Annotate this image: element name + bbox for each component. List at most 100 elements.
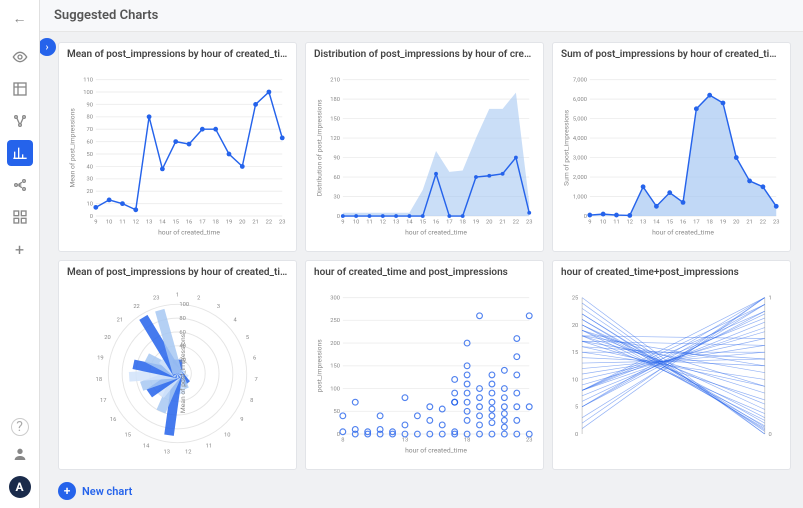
svg-text:9: 9 (94, 220, 97, 226)
svg-text:5: 5 (575, 405, 578, 411)
svg-text:40: 40 (86, 164, 92, 170)
svg-text:17: 17 (446, 220, 452, 226)
svg-text:10: 10 (353, 220, 359, 226)
svg-text:10: 10 (86, 202, 92, 208)
bar-chart-icon[interactable] (7, 140, 33, 166)
svg-text:22: 22 (760, 220, 767, 226)
svg-text:18: 18 (96, 377, 102, 383)
svg-text:30: 30 (333, 194, 339, 200)
chart-card[interactable]: hour of created_time+post_impressions 05… (552, 260, 791, 470)
svg-text:0: 0 (584, 214, 587, 220)
chart-card[interactable]: Sum of post_impressions by hour of creat… (552, 42, 791, 252)
svg-text:18: 18 (464, 438, 470, 444)
svg-text:2: 2 (197, 296, 201, 302)
svg-text:23: 23 (526, 438, 532, 444)
footer: + New chart (40, 474, 803, 508)
svg-text:0: 0 (90, 214, 93, 220)
svg-text:23: 23 (153, 296, 159, 302)
user-icon[interactable] (12, 446, 28, 466)
svg-text:15: 15 (125, 433, 131, 439)
svg-text:18: 18 (706, 220, 712, 226)
svg-text:20: 20 (104, 335, 110, 341)
chart-card[interactable]: hour of created_time and post_impression… (305, 260, 544, 470)
view-icon[interactable] (7, 44, 33, 70)
svg-text:3,000: 3,000 (573, 155, 587, 161)
chart-card[interactable]: Mean of post_impressions by hour of crea… (58, 260, 297, 470)
svg-text:12: 12 (380, 220, 387, 226)
svg-text:hour of created_time: hour of created_time (405, 228, 467, 236)
sidebar: ← + ? A (0, 0, 40, 508)
svg-text:2,000: 2,000 (573, 175, 587, 181)
add-button[interactable]: + (7, 236, 33, 262)
svg-text:11: 11 (119, 220, 125, 226)
svg-text:Mean of post_impressions: Mean of post_impressions (69, 108, 77, 188)
svg-text:0: 0 (337, 432, 340, 438)
svg-text:21: 21 (499, 220, 505, 226)
svg-text:120: 120 (330, 136, 340, 142)
svg-text:100: 100 (330, 386, 340, 392)
svg-text:21: 21 (117, 318, 123, 324)
svg-text:0: 0 (769, 432, 772, 438)
svg-text:5,000: 5,000 (573, 116, 587, 122)
cluster-icon[interactable] (7, 172, 33, 198)
svg-text:4: 4 (233, 318, 237, 324)
svg-text:22: 22 (266, 220, 273, 226)
svg-text:0: 0 (337, 214, 340, 220)
svg-text:13: 13 (640, 220, 646, 226)
svg-text:7: 7 (254, 377, 257, 383)
svg-text:3: 3 (217, 304, 220, 310)
svg-text:22: 22 (133, 304, 140, 310)
svg-text:17: 17 (199, 220, 205, 226)
svg-text:20: 20 (239, 220, 245, 226)
chart-card[interactable]: Mean of post_impressions by hour of crea… (58, 42, 297, 252)
svg-text:7,000: 7,000 (573, 78, 587, 84)
svg-text:18: 18 (459, 220, 465, 226)
svg-text:300: 300 (330, 296, 340, 302)
svg-text:20: 20 (486, 220, 492, 226)
svg-text:8: 8 (250, 398, 253, 404)
svg-text:21: 21 (746, 220, 752, 226)
app-badge-icon[interactable]: A (9, 476, 31, 498)
chart-card[interactable]: Distribution of post_impressions by hour… (305, 42, 544, 252)
svg-text:9: 9 (240, 417, 243, 423)
new-chart-button[interactable]: + New chart (58, 482, 785, 500)
svg-text:22: 22 (513, 220, 520, 226)
help-icon[interactable]: ? (11, 418, 29, 436)
svg-text:13: 13 (164, 449, 170, 455)
svg-text:15: 15 (666, 220, 672, 226)
svg-text:30: 30 (86, 177, 92, 183)
svg-text:9: 9 (588, 220, 591, 226)
graph-icon[interactable] (7, 108, 33, 134)
back-button[interactable]: ← (13, 10, 27, 27)
svg-text:17: 17 (693, 220, 699, 226)
svg-text:16: 16 (680, 220, 686, 226)
chart-title: Mean of post_impressions by hour of crea… (67, 49, 288, 60)
svg-text:10: 10 (600, 220, 606, 226)
svg-text:11: 11 (366, 220, 372, 226)
svg-text:21: 21 (252, 220, 258, 226)
svg-text:17: 17 (100, 398, 106, 404)
chart-grid: Mean of post_impressions by hour of crea… (40, 32, 803, 474)
svg-text:13: 13 (146, 220, 152, 226)
svg-text:1: 1 (769, 296, 772, 302)
layout-icon[interactable] (7, 204, 33, 230)
svg-text:180: 180 (330, 97, 340, 103)
page-title: Suggested Charts › (40, 0, 803, 32)
svg-text:13: 13 (393, 220, 399, 226)
svg-text:25: 25 (572, 296, 578, 302)
svg-text:10: 10 (224, 433, 230, 439)
svg-text:post_impressions: post_impressions (316, 339, 324, 392)
page-title-text: Suggested Charts (54, 8, 158, 23)
svg-text:Sum of post_impressions: Sum of post_impressions (563, 109, 571, 186)
svg-text:100: 100 (83, 90, 93, 96)
svg-text:19: 19 (226, 220, 232, 226)
table-icon[interactable] (7, 76, 33, 102)
svg-text:14: 14 (653, 220, 660, 226)
svg-text:210: 210 (330, 78, 340, 84)
svg-text:90: 90 (86, 102, 92, 108)
svg-text:hour of created_time: hour of created_time (652, 228, 714, 236)
svg-text:60: 60 (333, 175, 339, 181)
chart-title: Sum of post_impressions by hour of creat… (561, 49, 782, 60)
svg-text:13: 13 (402, 438, 408, 444)
plus-icon: + (58, 482, 76, 500)
